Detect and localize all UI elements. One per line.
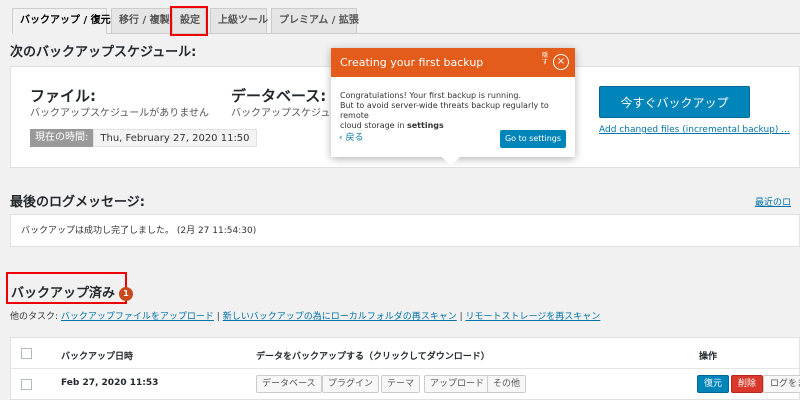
popover-header: Creating your first backup 隠す × (331, 48, 575, 77)
files-status: バックアップスケジュールがありません (30, 108, 209, 119)
row-checkbox[interactable] (21, 379, 32, 390)
close-icon[interactable]: × (553, 54, 569, 70)
column-date: バックアップ日時 (61, 352, 134, 362)
task-separator: | (213, 312, 223, 322)
backup-now-button[interactable]: 今すぐバックアップ (599, 86, 750, 118)
tab-migrate-clone[interactable]: 移行 / 複製 (111, 8, 175, 34)
popover-back-link[interactable]: ‹ 戻る (339, 130, 363, 143)
nav-tabs: バックアップ / 復元 移行 / 複製 設定 上級ツール プレミアム / 拡張 (12, 6, 800, 36)
current-time-value: Thu, February 27, 2020 11:50 (93, 129, 257, 147)
rescan-remote-link[interactable]: リモートストレージを再スキャン (465, 312, 600, 322)
current-time-label: 現在の時間: (30, 129, 94, 147)
popover-settings-word: settings (406, 121, 444, 130)
select-all-checkbox[interactable] (21, 348, 32, 359)
go-to-settings-button[interactable]: Go to settings (500, 130, 566, 148)
schedule-heading: 次のバックアップスケジュール: (10, 45, 197, 60)
restore-button[interactable]: 復元 (697, 375, 730, 393)
current-time: 現在の時間: Thu, February 27, 2020 11:50 (30, 129, 257, 147)
download-others-button[interactable]: その他 (487, 375, 527, 393)
tab-backup-restore[interactable]: バックアップ / 復元 (12, 8, 111, 34)
download-themes-button[interactable]: テーマ (381, 375, 421, 393)
backup-count-badge: 1 (119, 286, 134, 301)
first-backup-popover: Creating your first backup 隠す × Congratu… (331, 48, 575, 166)
files-label: ファイル: (30, 87, 96, 105)
backup-date: Feb 27, 2020 11:53 (61, 378, 159, 388)
tab-settings[interactable]: 設定 (170, 6, 208, 36)
popover-title: Creating your first backup (340, 56, 484, 69)
upload-backup-link[interactable]: バックアップファイルをアップロード (61, 312, 214, 322)
tab-premium-extensions[interactable]: プレミアム / 拡張 (271, 8, 359, 34)
backups-title: バックアップ済み (11, 286, 116, 301)
download-uploads-button[interactable]: アップロード (424, 375, 491, 393)
popover-line-3-text: cloud storage in (340, 121, 407, 130)
recent-log-link[interactable]: 最近のロ (755, 195, 791, 208)
column-data: データをバックアップする（クリックしてダウンロード） (256, 352, 490, 362)
row-divider (11, 368, 799, 369)
popover-hide-link[interactable]: 隠す (541, 52, 549, 66)
database-label: データベース: (231, 87, 327, 105)
backups-heading: バックアップ済み 1 (11, 282, 134, 301)
tab-advanced-tools[interactable]: 上級ツール (210, 8, 268, 34)
other-tasks-label: 他のタスク: (10, 312, 59, 322)
log-heading: 最後のログメッセージ: (10, 195, 145, 210)
database-status: バックアップスケジュ (231, 108, 331, 119)
popover-line-2: But to avoid server-wide threats backup … (340, 101, 549, 120)
incremental-backup-link[interactable]: Add changed files (incremental backup) .… (599, 125, 790, 135)
popover-line-1: Congratulations! Your first backup is ru… (340, 91, 521, 100)
column-actions: 操作 (699, 352, 718, 362)
other-tasks: 他のタスク: バックアップファイルをアップロード | 新しいバックアップの為にロ… (10, 309, 600, 322)
backups-table: バックアップ日時 データをバックアップする（クリックしてダウンロード） 操作 F… (10, 337, 800, 400)
view-log-button[interactable]: ログをま (763, 375, 800, 393)
log-message: バックアップは成功し完了しました。 (2月 27 11:54:30) (10, 214, 800, 247)
rescan-local-link[interactable]: 新しいバックアップの為にローカルフォルダの再スキャン (223, 312, 457, 322)
popover-arrow (442, 157, 460, 166)
download-database-button[interactable]: データベース (256, 375, 322, 393)
download-plugins-button[interactable]: プラグイン (322, 375, 380, 393)
delete-button[interactable]: 削除 (731, 375, 764, 393)
popover-body: Congratulations! Your first backup is ru… (331, 77, 575, 131)
